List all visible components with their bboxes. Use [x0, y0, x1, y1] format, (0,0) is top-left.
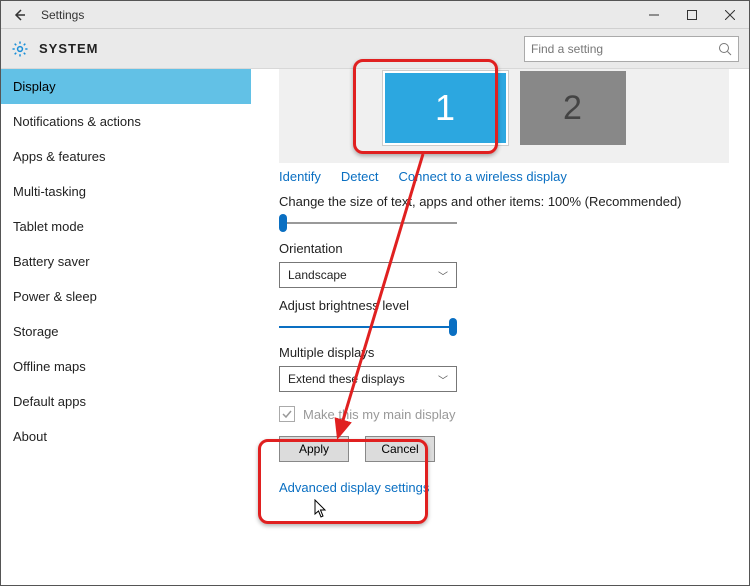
detect-link[interactable]: Detect: [341, 169, 379, 184]
sidebar-item-about[interactable]: About: [1, 419, 251, 454]
settings-window: Settings SYSTEM Find a setting Display N…: [0, 0, 750, 586]
gear-icon: [11, 40, 29, 58]
search-input[interactable]: Find a setting: [524, 36, 739, 62]
slider-track-line: [279, 222, 457, 224]
search-placeholder: Find a setting: [531, 42, 718, 56]
orientation-label: Orientation: [279, 241, 729, 256]
wireless-display-link[interactable]: Connect to a wireless display: [399, 169, 567, 184]
content: Display Notifications & actions Apps & f…: [1, 69, 749, 585]
main-pane: 1 2 Identify Detect Connect to a wireles…: [251, 69, 749, 585]
sidebar-item-notifications[interactable]: Notifications & actions: [1, 104, 251, 139]
window-title: Settings: [37, 8, 635, 22]
maximize-button[interactable]: [673, 1, 711, 29]
apply-button[interactable]: Apply: [279, 436, 349, 462]
sidebar-item-display[interactable]: Display: [1, 69, 251, 104]
sidebar-item-apps[interactable]: Apps & features: [1, 139, 251, 174]
display-arrangement: 1 2: [279, 69, 729, 163]
brightness-slider[interactable]: [279, 319, 457, 335]
back-button[interactable]: [1, 1, 37, 29]
sidebar-item-tablet[interactable]: Tablet mode: [1, 209, 251, 244]
advanced-display-settings-link[interactable]: Advanced display settings: [279, 480, 429, 495]
orientation-select[interactable]: Landscape ﹀: [279, 262, 457, 288]
orientation-value: Landscape: [288, 268, 347, 282]
chevron-down-icon: ﹀: [438, 268, 448, 283]
slider-thumb[interactable]: [449, 318, 457, 336]
sidebar-item-default-apps[interactable]: Default apps: [1, 384, 251, 419]
minimize-button[interactable]: [635, 1, 673, 29]
display-thumb-2[interactable]: 2: [520, 71, 626, 145]
scale-label: Change the size of text, apps and other …: [279, 194, 729, 209]
sidebar-item-offline-maps[interactable]: Offline maps: [1, 349, 251, 384]
close-icon: [725, 10, 735, 20]
multiple-displays-value: Extend these displays: [288, 372, 405, 386]
search-icon: [718, 42, 732, 56]
cancel-button[interactable]: Cancel: [365, 436, 435, 462]
main-display-checkbox-label: Make this my main display: [303, 407, 455, 422]
sidebar-item-battery[interactable]: Battery saver: [1, 244, 251, 279]
sidebar-item-storage[interactable]: Storage: [1, 314, 251, 349]
main-display-checkbox[interactable]: [279, 406, 295, 422]
titlebar: Settings: [1, 1, 749, 29]
header: SYSTEM Find a setting: [1, 29, 749, 69]
window-controls: [635, 1, 749, 29]
apply-cancel-row: Apply Cancel: [279, 436, 729, 462]
advanced-settings-row: Advanced display settings: [279, 480, 729, 495]
brightness-label: Adjust brightness level: [279, 298, 729, 313]
slider-fill: [279, 326, 451, 328]
chevron-down-icon: ﹀: [438, 372, 448, 387]
close-button[interactable]: [711, 1, 749, 29]
slider-thumb[interactable]: [279, 214, 287, 232]
sidebar: Display Notifications & actions Apps & f…: [1, 69, 251, 585]
scale-slider[interactable]: [279, 215, 457, 231]
display-thumb-1[interactable]: 1: [383, 71, 508, 145]
identify-link[interactable]: Identify: [279, 169, 321, 184]
multiple-displays-label: Multiple displays: [279, 345, 729, 360]
check-icon: [281, 408, 293, 420]
sidebar-item-multitasking[interactable]: Multi-tasking: [1, 174, 251, 209]
section-title: SYSTEM: [39, 41, 98, 56]
sidebar-item-power[interactable]: Power & sleep: [1, 279, 251, 314]
main-display-checkbox-row: Make this my main display: [279, 406, 729, 422]
display-links: Identify Detect Connect to a wireless di…: [279, 169, 729, 184]
minimize-icon: [649, 10, 659, 20]
maximize-icon: [687, 10, 697, 20]
multiple-displays-select[interactable]: Extend these displays ﹀: [279, 366, 457, 392]
arrow-left-icon: [12, 8, 26, 22]
